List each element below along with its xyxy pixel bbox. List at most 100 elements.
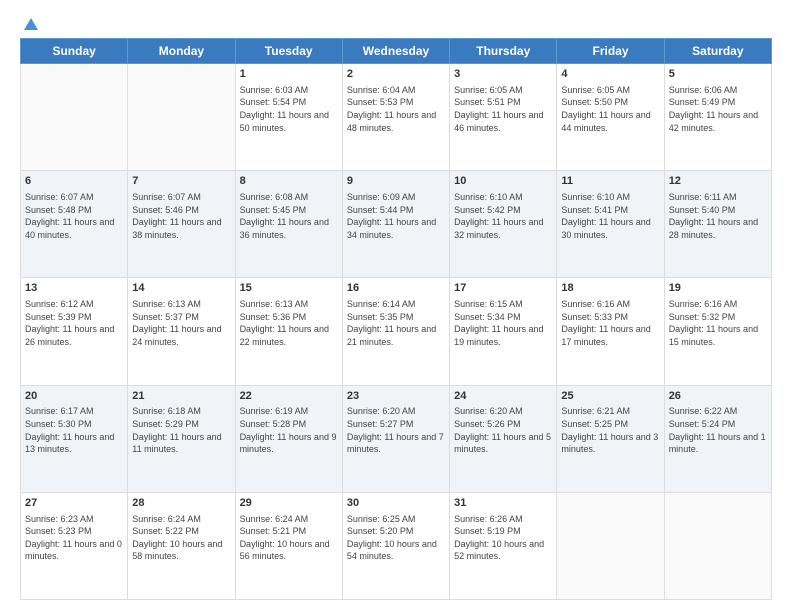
day-info: Sunrise: 6:08 AM Sunset: 5:45 PM Dayligh… <box>240 191 338 241</box>
week-row-5: 27 Sunrise: 6:23 AM Sunset: 5:23 PM Dayli… <box>21 492 772 599</box>
day-info: Sunrise: 6:12 AM Sunset: 5:39 PM Dayligh… <box>25 298 123 348</box>
day-info: Sunrise: 6:13 AM Sunset: 5:37 PM Dayligh… <box>132 298 230 348</box>
weekday-header-tuesday: Tuesday <box>235 39 342 64</box>
calendar-cell: 27 Sunrise: 6:23 AM Sunset: 5:23 PM Dayli… <box>21 492 128 599</box>
day-info: Sunrise: 6:11 AM Sunset: 5:40 PM Dayligh… <box>669 191 767 241</box>
day-number: 24 <box>454 389 552 404</box>
calendar-cell: 26Sunrise: 6:22 AM Sunset: 5:24 PM Dayli… <box>664 385 771 492</box>
calendar-table: SundayMondayTuesdayWednesdayThursdayFrid… <box>20 38 772 600</box>
weekday-header-wednesday: Wednesday <box>342 39 449 64</box>
calendar-cell: 19 Sunrise: 6:16 AM Sunset: 5:32 PM Dayli… <box>664 278 771 385</box>
calendar-cell: 10Sunrise: 6:10 AM Sunset: 5:42 PM Dayli… <box>450 171 557 278</box>
day-number: 11 <box>561 174 659 189</box>
week-row-2: 6 Sunrise: 6:07 AM Sunset: 5:48 PM Daylig… <box>21 171 772 278</box>
day-number: 27 <box>25 496 123 511</box>
weekday-header-saturday: Saturday <box>664 39 771 64</box>
day-info: Sunrise: 6:13 AM Sunset: 5:36 PM Dayligh… <box>240 298 338 348</box>
day-number: 23 <box>347 389 445 404</box>
logo <box>20 16 40 30</box>
calendar-cell: 13 Sunrise: 6:12 AM Sunset: 5:39 PM Dayli… <box>21 278 128 385</box>
day-number: 13 <box>25 281 123 296</box>
day-number: 20 <box>25 389 123 404</box>
day-info: Sunrise: 6:20 AM Sunset: 5:26 PM Dayligh… <box>454 405 552 455</box>
logo-icon <box>22 16 40 34</box>
calendar-cell <box>664 492 771 599</box>
calendar-cell: 29 Sunrise: 6:24 AM Sunset: 5:21 PM Dayli… <box>235 492 342 599</box>
day-number: 10 <box>454 174 552 189</box>
day-info: Sunrise: 6:05 AM Sunset: 5:50 PM Dayligh… <box>561 84 659 134</box>
day-number: 26 <box>669 389 767 404</box>
day-info: Sunrise: 6:16 AM Sunset: 5:33 PM Dayligh… <box>561 298 659 348</box>
calendar-cell: 28 Sunrise: 6:24 AM Sunset: 5:22 PM Dayli… <box>128 492 235 599</box>
calendar-cell: 5Sunrise: 6:06 AM Sunset: 5:49 PM Daylig… <box>664 64 771 171</box>
day-number: 30 <box>347 496 445 511</box>
week-row-3: 13 Sunrise: 6:12 AM Sunset: 5:39 PM Dayli… <box>21 278 772 385</box>
day-number: 3 <box>454 67 552 82</box>
calendar-cell <box>128 64 235 171</box>
calendar-cell: 21Sunrise: 6:18 AM Sunset: 5:29 PM Dayli… <box>128 385 235 492</box>
day-info: Sunrise: 6:07 AM Sunset: 5:48 PM Dayligh… <box>25 191 123 241</box>
day-info: Sunrise: 6:19 AM Sunset: 5:28 PM Dayligh… <box>240 405 338 455</box>
day-info: Sunrise: 6:06 AM Sunset: 5:49 PM Dayligh… <box>669 84 767 134</box>
page: SundayMondayTuesdayWednesdayThursdayFrid… <box>0 0 792 612</box>
calendar-cell: 20Sunrise: 6:17 AM Sunset: 5:30 PM Dayli… <box>21 385 128 492</box>
calendar-cell: 17Sunrise: 6:15 AM Sunset: 5:34 PM Dayli… <box>450 278 557 385</box>
day-number: 21 <box>132 389 230 404</box>
calendar-cell: 8Sunrise: 6:08 AM Sunset: 5:45 PM Daylig… <box>235 171 342 278</box>
calendar-cell: 6 Sunrise: 6:07 AM Sunset: 5:48 PM Daylig… <box>21 171 128 278</box>
day-info: Sunrise: 6:26 AM Sunset: 5:19 PM Dayligh… <box>454 513 552 563</box>
calendar-cell: 14Sunrise: 6:13 AM Sunset: 5:37 PM Dayli… <box>128 278 235 385</box>
calendar-cell: 1 Sunrise: 6:03 AM Sunset: 5:54 PM Daylig… <box>235 64 342 171</box>
calendar-cell: 12 Sunrise: 6:11 AM Sunset: 5:40 PM Dayli… <box>664 171 771 278</box>
calendar-cell <box>21 64 128 171</box>
day-number: 28 <box>132 496 230 511</box>
calendar-cell: 23Sunrise: 6:20 AM Sunset: 5:27 PM Dayli… <box>342 385 449 492</box>
calendar-cell: 24Sunrise: 6:20 AM Sunset: 5:26 PM Dayli… <box>450 385 557 492</box>
day-info: Sunrise: 6:14 AM Sunset: 5:35 PM Dayligh… <box>347 298 445 348</box>
day-info: Sunrise: 6:09 AM Sunset: 5:44 PM Dayligh… <box>347 191 445 241</box>
calendar-cell: 3 Sunrise: 6:05 AM Sunset: 5:51 PM Daylig… <box>450 64 557 171</box>
calendar-cell: 22Sunrise: 6:19 AM Sunset: 5:28 PM Dayli… <box>235 385 342 492</box>
header <box>20 16 772 30</box>
day-info: Sunrise: 6:24 AM Sunset: 5:21 PM Dayligh… <box>240 513 338 563</box>
day-info: Sunrise: 6:18 AM Sunset: 5:29 PM Dayligh… <box>132 405 230 455</box>
week-row-4: 20Sunrise: 6:17 AM Sunset: 5:30 PM Dayli… <box>21 385 772 492</box>
day-number: 7 <box>132 174 230 189</box>
day-number: 2 <box>347 67 445 82</box>
day-info: Sunrise: 6:24 AM Sunset: 5:22 PM Dayligh… <box>132 513 230 563</box>
calendar-cell: 30 Sunrise: 6:25 AM Sunset: 5:20 PM Dayli… <box>342 492 449 599</box>
day-info: Sunrise: 6:07 AM Sunset: 5:46 PM Dayligh… <box>132 191 230 241</box>
day-number: 22 <box>240 389 338 404</box>
day-info: Sunrise: 6:05 AM Sunset: 5:51 PM Dayligh… <box>454 84 552 134</box>
calendar-cell <box>557 492 664 599</box>
day-info: Sunrise: 6:21 AM Sunset: 5:25 PM Dayligh… <box>561 405 659 455</box>
day-number: 19 <box>669 281 767 296</box>
calendar-cell: 7 Sunrise: 6:07 AM Sunset: 5:46 PM Daylig… <box>128 171 235 278</box>
calendar-cell: 31 Sunrise: 6:26 AM Sunset: 5:19 PM Dayli… <box>450 492 557 599</box>
day-number: 16 <box>347 281 445 296</box>
day-number: 6 <box>25 174 123 189</box>
day-number: 29 <box>240 496 338 511</box>
day-info: Sunrise: 6:16 AM Sunset: 5:32 PM Dayligh… <box>669 298 767 348</box>
day-number: 18 <box>561 281 659 296</box>
calendar-cell: 2 Sunrise: 6:04 AM Sunset: 5:53 PM Daylig… <box>342 64 449 171</box>
day-number: 12 <box>669 174 767 189</box>
day-info: Sunrise: 6:04 AM Sunset: 5:53 PM Dayligh… <box>347 84 445 134</box>
day-info: Sunrise: 6:03 AM Sunset: 5:54 PM Dayligh… <box>240 84 338 134</box>
weekday-header-sunday: Sunday <box>21 39 128 64</box>
day-info: Sunrise: 6:10 AM Sunset: 5:41 PM Dayligh… <box>561 191 659 241</box>
weekday-header-thursday: Thursday <box>450 39 557 64</box>
calendar-cell: 25Sunrise: 6:21 AM Sunset: 5:25 PM Dayli… <box>557 385 664 492</box>
day-number: 9 <box>347 174 445 189</box>
day-number: 1 <box>240 67 338 82</box>
day-info: Sunrise: 6:20 AM Sunset: 5:27 PM Dayligh… <box>347 405 445 455</box>
day-info: Sunrise: 6:25 AM Sunset: 5:20 PM Dayligh… <box>347 513 445 563</box>
calendar-cell: 18 Sunrise: 6:16 AM Sunset: 5:33 PM Dayli… <box>557 278 664 385</box>
day-info: Sunrise: 6:23 AM Sunset: 5:23 PM Dayligh… <box>25 513 123 563</box>
week-row-1: 1 Sunrise: 6:03 AM Sunset: 5:54 PM Daylig… <box>21 64 772 171</box>
weekday-header-row: SundayMondayTuesdayWednesdayThursdayFrid… <box>21 39 772 64</box>
day-number: 15 <box>240 281 338 296</box>
day-number: 31 <box>454 496 552 511</box>
calendar-cell: 9 Sunrise: 6:09 AM Sunset: 5:44 PM Daylig… <box>342 171 449 278</box>
weekday-header-friday: Friday <box>557 39 664 64</box>
